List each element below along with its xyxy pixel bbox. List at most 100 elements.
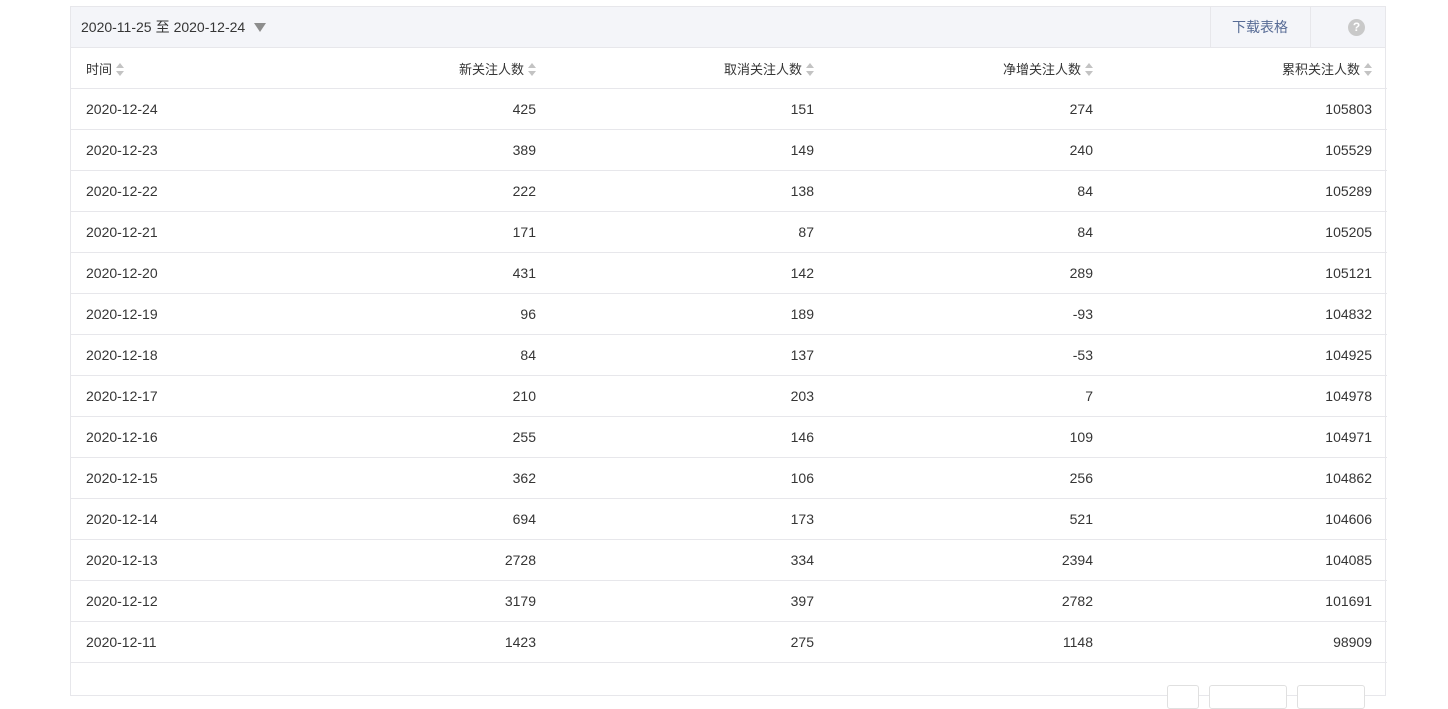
table-body: 2020-12-24 425 151 274 105803 2020-12-23 389 14…	[71, 88, 1387, 663]
cell-net-growth: 289	[829, 252, 1108, 294]
cell-cumulative: 104085	[1108, 539, 1387, 581]
cell-net-growth: 240	[829, 129, 1108, 171]
cell-net-growth: -53	[829, 334, 1108, 376]
cell-unfollows: 146	[551, 416, 829, 458]
column-header-date[interactable]: 时间	[71, 48, 311, 89]
cell-net-growth: 84	[829, 211, 1108, 253]
cell-date: 2020-12-14	[71, 498, 311, 540]
cell-cumulative: 105121	[1108, 252, 1387, 294]
column-header-new-followers[interactable]: 新关注人数	[311, 48, 551, 89]
cell-cumulative: 104832	[1108, 293, 1387, 335]
column-header-cumulative[interactable]: 累积关注人数	[1108, 48, 1387, 89]
cell-new-followers: 431	[311, 252, 551, 294]
table-row: 2020-12-12 3179 397 2782 101691	[71, 580, 1387, 622]
sort-icon[interactable]	[116, 62, 125, 76]
cell-unfollows: 106	[551, 457, 829, 499]
cell-cumulative: 104925	[1108, 334, 1387, 376]
table-row: 2020-12-11 1423 275 1148 98909	[71, 621, 1387, 663]
cell-date: 2020-12-13	[71, 539, 311, 581]
cell-unfollows: 397	[551, 580, 829, 622]
cell-new-followers: 84	[311, 334, 551, 376]
cell-date: 2020-12-24	[71, 88, 311, 130]
cell-net-growth: 2394	[829, 539, 1108, 581]
cell-new-followers: 694	[311, 498, 551, 540]
cell-cumulative: 105205	[1108, 211, 1387, 253]
cell-new-followers: 222	[311, 170, 551, 212]
cell-new-followers: 171	[311, 211, 551, 253]
cell-cumulative: 105289	[1108, 170, 1387, 212]
caret-down-icon[interactable]	[254, 23, 267, 32]
cell-new-followers: 3179	[311, 580, 551, 622]
cell-cumulative: 101691	[1108, 580, 1387, 622]
cell-cumulative: 105803	[1108, 88, 1387, 130]
cell-unfollows: 137	[551, 334, 829, 376]
cell-new-followers: 96	[311, 293, 551, 335]
cell-new-followers: 1423	[311, 621, 551, 663]
cell-date: 2020-12-15	[71, 457, 311, 499]
table-row: 2020-12-22 222 138 84 105289	[71, 170, 1387, 212]
cell-net-growth: 521	[829, 498, 1108, 540]
cell-unfollows: 203	[551, 375, 829, 417]
cell-new-followers: 210	[311, 375, 551, 417]
cell-date: 2020-12-18	[71, 334, 311, 376]
cell-unfollows: 334	[551, 539, 829, 581]
table-row: 2020-12-18 84 137 -53 104925	[71, 334, 1387, 376]
cell-cumulative: 104606	[1108, 498, 1387, 540]
cell-unfollows: 173	[551, 498, 829, 540]
cell-cumulative: 104978	[1108, 375, 1387, 417]
cell-unfollows: 138	[551, 170, 829, 212]
cell-net-growth: 256	[829, 457, 1108, 499]
table-row: 2020-12-17 210 203 7 104978	[71, 375, 1387, 417]
cell-net-growth: 274	[829, 88, 1108, 130]
cell-date: 2020-12-12	[71, 580, 311, 622]
cell-date: 2020-12-11	[71, 621, 311, 663]
cell-date: 2020-12-17	[71, 375, 311, 417]
table-row: 2020-12-24 425 151 274 105803	[71, 88, 1387, 130]
table-header-row: 时间 新关注人数 取消关注人数 净增关注人数 累积关注人数	[71, 48, 1387, 89]
table-row: 2020-12-15 362 106 256 104862	[71, 457, 1387, 499]
cell-date: 2020-12-23	[71, 129, 311, 171]
cell-cumulative: 105529	[1108, 129, 1387, 171]
column-header-net-growth[interactable]: 净增关注人数	[829, 48, 1108, 89]
table-row: 2020-12-14 694 173 521 104606	[71, 498, 1387, 540]
table-row: 2020-12-19 96 189 -93 104832	[71, 293, 1387, 335]
column-header-unfollows[interactable]: 取消关注人数	[551, 48, 829, 89]
cell-net-growth: 7	[829, 375, 1108, 417]
cell-date: 2020-12-22	[71, 170, 311, 212]
cell-unfollows: 87	[551, 211, 829, 253]
sort-icon[interactable]	[1085, 62, 1093, 76]
date-range-selector[interactable]: 2020-11-25 至 2020-12-24	[81, 7, 267, 47]
cell-unfollows: 275	[551, 621, 829, 663]
stats-panel: 2020-11-25 至 2020-12-24 下载表格 ? 时间 新关注人数 …	[70, 6, 1387, 709]
date-end: 2020-12-24	[173, 19, 246, 35]
pagination-page-input[interactable]	[1209, 685, 1287, 709]
cell-new-followers: 362	[311, 457, 551, 499]
pagination-prev-button[interactable]	[1167, 685, 1199, 709]
pagination	[1167, 685, 1365, 709]
table-toolbar: 2020-11-25 至 2020-12-24 下载表格 ?	[71, 7, 1385, 48]
cell-date: 2020-12-20	[71, 252, 311, 294]
table-row: 2020-12-16 255 146 109 104971	[71, 416, 1387, 458]
sort-icon[interactable]	[1364, 62, 1372, 76]
help-icon[interactable]: ?	[1348, 19, 1365, 36]
cell-net-growth: -93	[829, 293, 1108, 335]
cell-cumulative: 104862	[1108, 457, 1387, 499]
cell-net-growth: 2782	[829, 580, 1108, 622]
sort-icon[interactable]	[528, 62, 536, 76]
table-row: 2020-12-13 2728 334 2394 104085	[71, 539, 1387, 581]
table-row: 2020-12-23 389 149 240 105529	[71, 129, 1387, 171]
download-table-button[interactable]: 下载表格	[1210, 7, 1311, 47]
sort-icon[interactable]	[806, 62, 814, 76]
cell-net-growth: 1148	[829, 621, 1108, 663]
table-row: 2020-12-21 171 87 84 105205	[71, 211, 1387, 253]
pagination-next-button[interactable]	[1297, 685, 1365, 709]
cell-date: 2020-12-21	[71, 211, 311, 253]
followers-table: 时间 新关注人数 取消关注人数 净增关注人数 累积关注人数 2020-12-24…	[71, 48, 1387, 663]
table-row: 2020-12-20 431 142 289 105121	[71, 252, 1387, 294]
cell-date: 2020-12-19	[71, 293, 311, 335]
date-separator: 至	[155, 19, 170, 35]
cell-cumulative: 104971	[1108, 416, 1387, 458]
cell-unfollows: 151	[551, 88, 829, 130]
cell-new-followers: 389	[311, 129, 551, 171]
cell-new-followers: 2728	[311, 539, 551, 581]
